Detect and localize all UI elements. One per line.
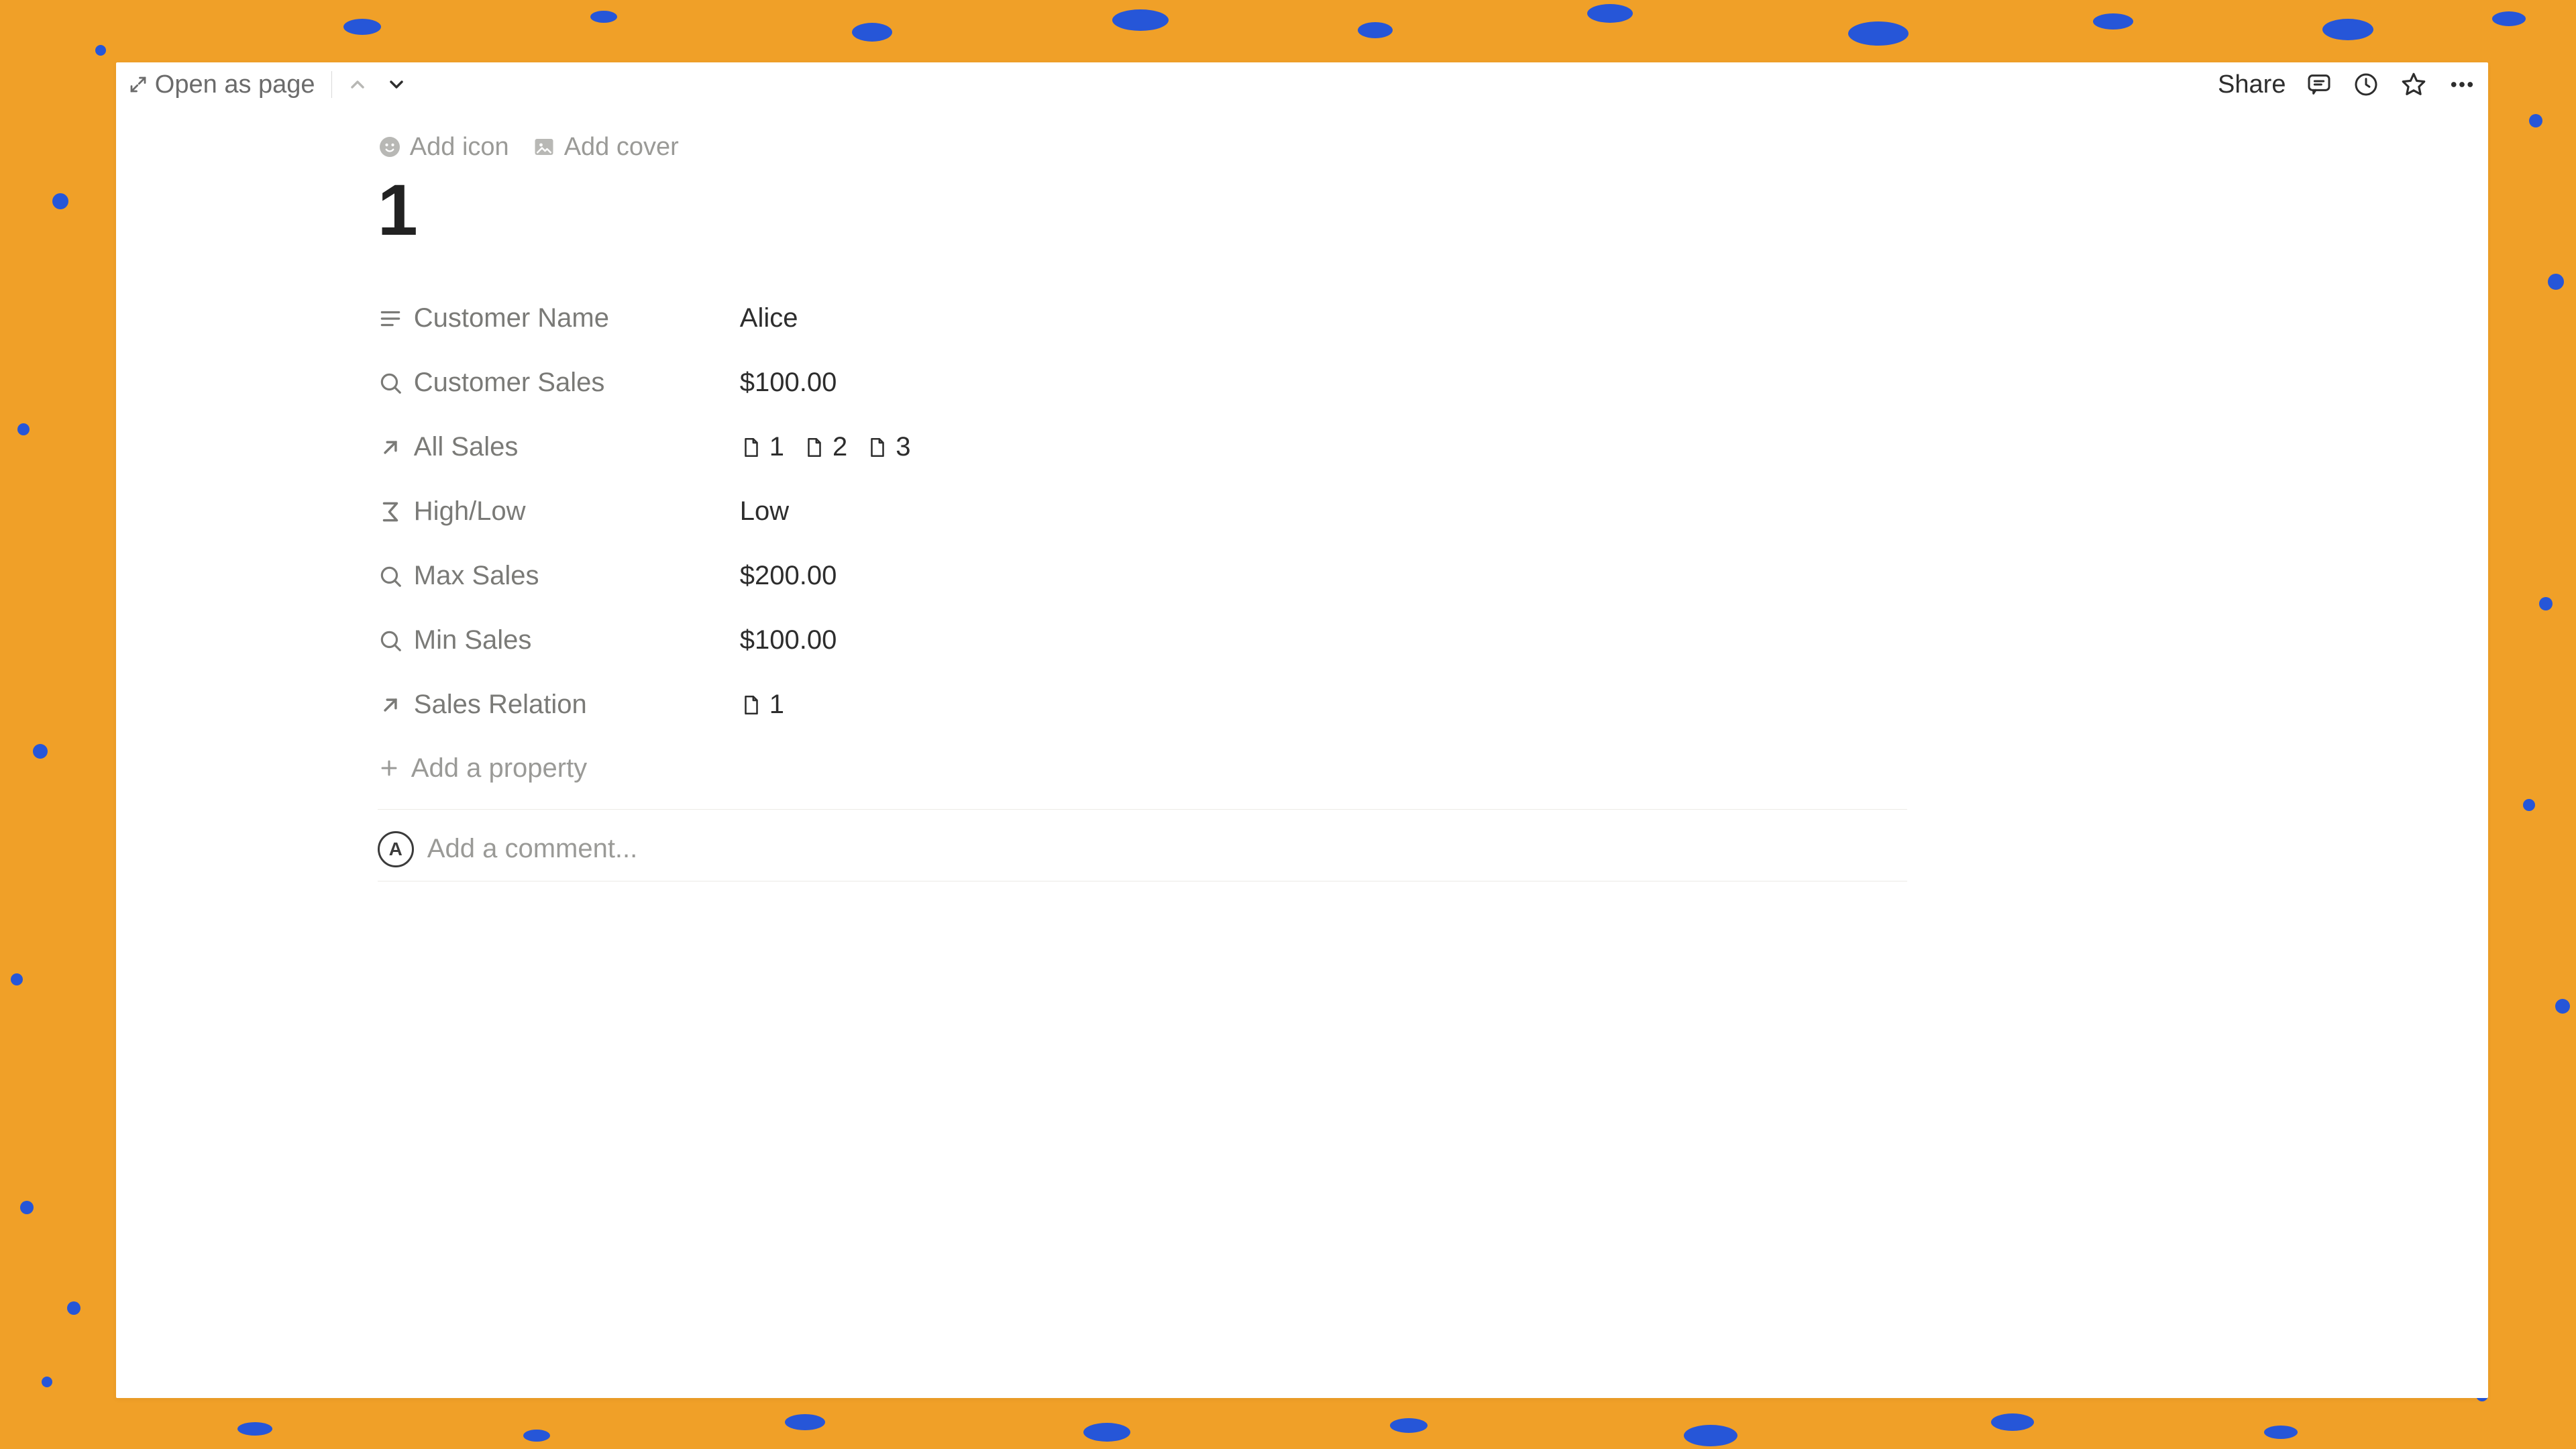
separator: [331, 71, 332, 98]
property-name: Sales Relation: [414, 690, 587, 720]
page-panel: Open as page Share: [116, 62, 2489, 1399]
property-row-sales-relation: Sales Relation 1: [378, 673, 1907, 737]
topbar-left: Open as page: [128, 70, 407, 99]
page-meta-actions: Add icon Add cover: [378, 133, 1907, 162]
property-row-all-sales: All Sales 1: [378, 415, 1907, 480]
next-page-button[interactable]: [386, 74, 407, 95]
property-name: Customer Name: [414, 303, 609, 333]
favorite-icon[interactable]: [2400, 70, 2428, 99]
page-chip[interactable]: 3: [866, 432, 910, 462]
add-icon-button[interactable]: Add icon: [378, 133, 509, 162]
rollup-icon: [378, 564, 403, 589]
rollup-icon: [378, 370, 403, 396]
page-chip-label: 1: [769, 690, 784, 720]
property-label[interactable]: Sales Relation: [378, 690, 740, 720]
property-value[interactable]: Low: [740, 496, 789, 527]
open-as-page-button[interactable]: Open as page: [128, 70, 315, 99]
property-label[interactable]: Customer Name: [378, 303, 740, 333]
add-cover-label: Add cover: [564, 133, 679, 162]
property-value[interactable]: $200.00: [740, 561, 837, 591]
plus-icon: [378, 757, 400, 780]
property-name: All Sales: [414, 432, 519, 462]
page-icon: [866, 436, 889, 459]
property-name: Min Sales: [414, 625, 532, 655]
property-label[interactable]: Customer Sales: [378, 368, 740, 398]
nav-arrows: [347, 74, 407, 95]
comments-icon[interactable]: [2306, 71, 2332, 98]
add-cover-button[interactable]: Add cover: [532, 133, 679, 162]
page-chip[interactable]: 2: [803, 432, 847, 462]
topbar: Open as page Share: [116, 62, 2489, 106]
avatar: A: [378, 831, 414, 867]
page-icon: [740, 694, 763, 716]
more-icon[interactable]: [2448, 70, 2476, 99]
open-as-page-label: Open as page: [155, 70, 315, 99]
property-row-high-low: High/Low Low: [378, 480, 1907, 544]
property-label[interactable]: Min Sales: [378, 625, 740, 655]
page-chip-label: 2: [833, 432, 847, 462]
content-inner: Add icon Add cover 1: [378, 133, 1907, 881]
property-row-customer-name: Customer Name Alice: [378, 286, 1907, 351]
topbar-right: Share: [2218, 70, 2476, 99]
property-name: Max Sales: [414, 561, 539, 591]
property-label[interactable]: Max Sales: [378, 561, 740, 591]
emoji-icon: [378, 135, 402, 159]
rollup-icon: [378, 628, 403, 653]
property-value[interactable]: Alice: [740, 303, 798, 333]
page-icon: [740, 436, 763, 459]
relation-icon: [378, 435, 403, 460]
property-name: High/Low: [414, 496, 526, 527]
property-value-sales-relation[interactable]: 1: [740, 690, 784, 720]
add-property-button[interactable]: Add a property: [378, 737, 1907, 802]
page-chip-label: 1: [769, 432, 784, 462]
property-label[interactable]: High/Low: [378, 496, 740, 527]
property-value-all-sales[interactable]: 1 2: [740, 432, 911, 462]
image-icon: [532, 135, 556, 159]
comment-row: A: [378, 810, 1907, 881]
updates-icon[interactable]: [2353, 71, 2379, 98]
text-icon: [378, 306, 403, 331]
prev-page-button[interactable]: [347, 74, 368, 95]
share-button[interactable]: Share: [2218, 70, 2286, 99]
properties-list: Customer Name Alice Customer Sales $100.…: [378, 286, 1907, 737]
property-row-customer-sales: Customer Sales $100.00: [378, 351, 1907, 415]
formula-icon: [378, 499, 403, 525]
comment-input[interactable]: [427, 834, 1907, 864]
property-row-max-sales: Max Sales $200.00: [378, 544, 1907, 608]
property-value[interactable]: $100.00: [740, 368, 837, 398]
avatar-initial: A: [389, 839, 402, 860]
content: Add icon Add cover 1: [116, 106, 2489, 1399]
page-chip-label: 3: [896, 432, 910, 462]
property-row-min-sales: Min Sales $100.00: [378, 608, 1907, 673]
page-title[interactable]: 1: [378, 174, 1907, 246]
add-icon-label: Add icon: [410, 133, 509, 162]
add-property-label: Add a property: [411, 753, 587, 784]
property-label[interactable]: All Sales: [378, 432, 740, 462]
expand-icon: [128, 74, 148, 95]
property-name: Customer Sales: [414, 368, 605, 398]
page-icon: [803, 436, 826, 459]
property-value[interactable]: $100.00: [740, 625, 837, 655]
relation-icon: [378, 692, 403, 718]
page-chip[interactable]: 1: [740, 690, 784, 720]
page-chip[interactable]: 1: [740, 432, 784, 462]
